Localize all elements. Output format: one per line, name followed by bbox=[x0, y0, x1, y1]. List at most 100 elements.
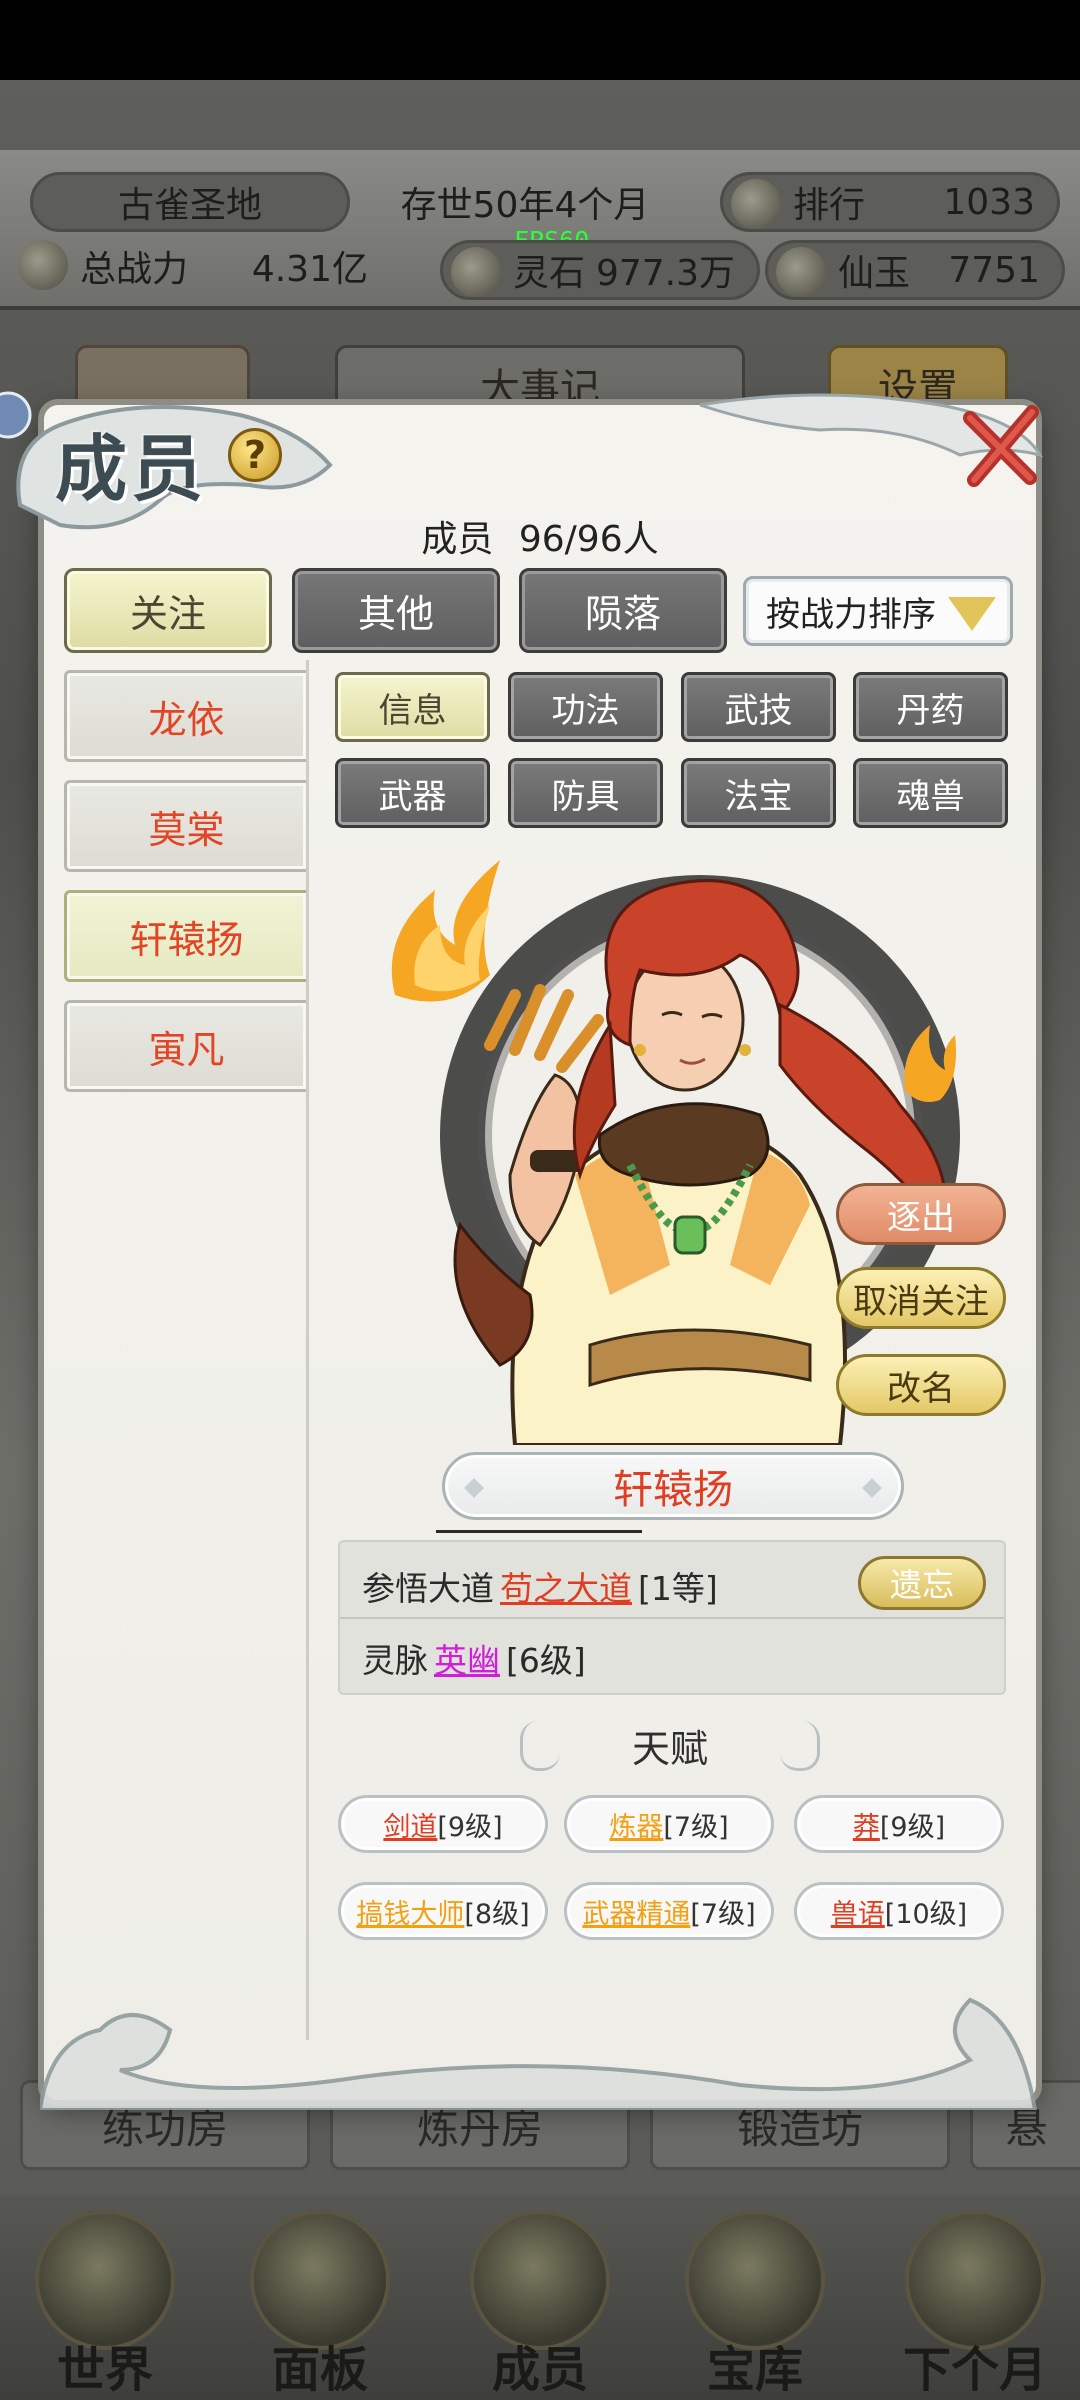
jade-icon bbox=[776, 247, 826, 297]
sub-tab-info[interactable]: 信息 bbox=[335, 672, 490, 742]
sub-tab-label: 魂兽 bbox=[896, 776, 965, 817]
selected-member-name-text: 轩辕扬 bbox=[613, 1467, 733, 1513]
rank-pill[interactable]: 排行 1033 bbox=[720, 172, 1060, 232]
nav-members[interactable]: 成员 bbox=[445, 2200, 635, 2400]
nav-world[interactable]: 世界 bbox=[10, 2200, 200, 2400]
vein-row: 灵脉 英幽 [6级] bbox=[362, 1634, 586, 1682]
talent-badge[interactable]: 武器精通 [7级] bbox=[564, 1882, 774, 1940]
sub-tab-label: 功法 bbox=[551, 690, 620, 731]
member-item-xuanyuanyang[interactable]: 轩辕扬 bbox=[64, 890, 306, 982]
filter-tab-following[interactable]: 关注 bbox=[64, 568, 272, 653]
sect-name: 古雀圣地 bbox=[117, 185, 262, 226]
vein-link[interactable]: 英幽 bbox=[434, 1634, 500, 1682]
talent-name: 搞钱大师 bbox=[356, 1898, 465, 1930]
rank-value: 1033 bbox=[943, 181, 1035, 223]
member-count: 成员 96/96人 bbox=[0, 510, 1080, 562]
member-item-yinfan[interactable]: 寅凡 bbox=[64, 1000, 306, 1092]
talent-level: [10级] bbox=[884, 1898, 968, 1930]
spirit-stone-value: 977.3万 bbox=[595, 253, 735, 294]
diamond-ornament-icon bbox=[464, 1478, 484, 1498]
sort-dropdown[interactable]: 按战力排序 bbox=[743, 576, 1013, 646]
members-icon bbox=[470, 2210, 610, 2350]
room-alchemy-label: 炼丹房 bbox=[416, 2103, 543, 2153]
spirit-stone-pill: 灵石 977.3万 bbox=[440, 240, 760, 300]
nav-panel-label: 面板 bbox=[271, 2342, 368, 2398]
sect-age: 存世50年4个月 bbox=[355, 172, 695, 232]
talent-name: 剑道 bbox=[383, 1811, 438, 1843]
jade-pill: 仙玉 7751 bbox=[765, 240, 1065, 300]
next-month-icon bbox=[905, 2210, 1045, 2350]
room-hanging-label: 悬 bbox=[1005, 2103, 1048, 2153]
talent-badge[interactable]: 兽语 [10级] bbox=[794, 1882, 1004, 1940]
help-icon[interactable]: ? bbox=[228, 428, 282, 482]
unfollow-button[interactable]: 取消关注 bbox=[836, 1267, 1006, 1329]
talent-badge[interactable]: 搞钱大师 [8级] bbox=[338, 1882, 548, 1940]
room-training-label: 练功房 bbox=[101, 2103, 228, 2153]
close-x-icon bbox=[963, 405, 1039, 487]
member-count-value: 96/96人 bbox=[518, 519, 659, 560]
nav-treasury[interactable]: 宝库 bbox=[660, 2200, 850, 2400]
member-item-motang[interactable]: 莫棠 bbox=[64, 780, 306, 872]
rank-label: 排行 bbox=[793, 185, 866, 226]
nav-members-label: 成员 bbox=[491, 2342, 588, 2398]
sub-tab-skills[interactable]: 功法 bbox=[508, 672, 663, 742]
sub-tab-beast[interactable]: 魂兽 bbox=[853, 758, 1008, 828]
talent-badge[interactable]: 炼器 [7级] bbox=[564, 1795, 774, 1853]
sub-tab-martial[interactable]: 武技 bbox=[681, 672, 836, 742]
talent-name: 武器精通 bbox=[582, 1898, 691, 1930]
rename-button[interactable]: 改名 bbox=[836, 1354, 1006, 1416]
room-forge-label: 锻造坊 bbox=[736, 2103, 863, 2153]
talent-level: [8级] bbox=[464, 1898, 530, 1930]
panel-icon bbox=[250, 2210, 390, 2350]
vein-level: [6级] bbox=[506, 1641, 586, 1680]
talent-level: [9级] bbox=[879, 1811, 946, 1843]
dao-grade: [1等] bbox=[638, 1569, 718, 1608]
rename-button-label: 改名 bbox=[887, 1368, 955, 1409]
talent-badge[interactable]: 莽 [9级] bbox=[794, 1795, 1004, 1853]
sub-tab-artifact[interactable]: 法宝 bbox=[681, 758, 836, 828]
sub-tab-armor[interactable]: 防具 bbox=[508, 758, 663, 828]
list-divider bbox=[306, 660, 309, 2040]
help-mark: ? bbox=[243, 433, 267, 477]
talent-name: 兽语 bbox=[830, 1898, 885, 1930]
expel-button[interactable]: 逐出 bbox=[836, 1183, 1006, 1245]
name-underline bbox=[436, 1530, 642, 1533]
member-item-longyi[interactable]: 龙依 bbox=[64, 670, 306, 762]
talent-badge[interactable]: 剑道 [9级] bbox=[338, 1795, 548, 1853]
sub-tab-weapon[interactable]: 武器 bbox=[335, 758, 490, 828]
scroll-ornament-icon bbox=[520, 1721, 560, 1771]
member-name: 龙依 bbox=[148, 697, 225, 742]
expel-button-label: 逐出 bbox=[887, 1197, 955, 1238]
member-count-label: 成员 bbox=[421, 519, 494, 560]
power-label: 总战力 bbox=[80, 249, 189, 290]
member-name: 轩辕扬 bbox=[129, 917, 244, 962]
sub-tab-label: 防具 bbox=[551, 776, 620, 817]
forget-button-label: 遗忘 bbox=[889, 1566, 954, 1604]
talent-level: [7级] bbox=[663, 1811, 729, 1843]
dao-link[interactable]: 苟之大道 bbox=[500, 1562, 632, 1610]
talent-name: 炼器 bbox=[609, 1811, 664, 1843]
selected-member-name: 轩辕扬 bbox=[442, 1452, 904, 1520]
jade-value: 7751 bbox=[948, 249, 1040, 291]
jade-label: 仙玉 bbox=[838, 253, 911, 294]
nav-panel[interactable]: 面板 bbox=[225, 2200, 415, 2400]
filter-tab-following-label: 关注 bbox=[129, 592, 206, 636]
close-icon[interactable] bbox=[960, 400, 1050, 490]
filter-tab-other[interactable]: 其他 bbox=[292, 568, 500, 653]
sort-dropdown-label: 按战力排序 bbox=[766, 594, 936, 635]
spirit-stone-label: 灵石 bbox=[513, 253, 586, 294]
nav-next-month[interactable]: 下个月 bbox=[875, 2200, 1075, 2400]
forget-button[interactable]: 遗忘 bbox=[858, 1556, 986, 1610]
sub-tab-label: 法宝 bbox=[724, 776, 793, 817]
dao-label: 参悟大道 bbox=[362, 1569, 494, 1608]
sub-tab-label: 信息 bbox=[378, 690, 447, 731]
talent-section-title: 天赋 bbox=[520, 1715, 820, 1775]
nav-world-label: 世界 bbox=[56, 2342, 153, 2398]
filter-tab-fallen-label: 陨落 bbox=[584, 592, 661, 636]
info-separator bbox=[340, 1617, 1004, 1619]
sub-tab-label: 武技 bbox=[724, 690, 793, 731]
sub-tab-pills[interactable]: 丹药 bbox=[853, 672, 1008, 742]
vein-label: 灵脉 bbox=[362, 1641, 428, 1680]
talent-level: [9级] bbox=[437, 1811, 503, 1843]
filter-tab-fallen[interactable]: 陨落 bbox=[519, 568, 727, 653]
